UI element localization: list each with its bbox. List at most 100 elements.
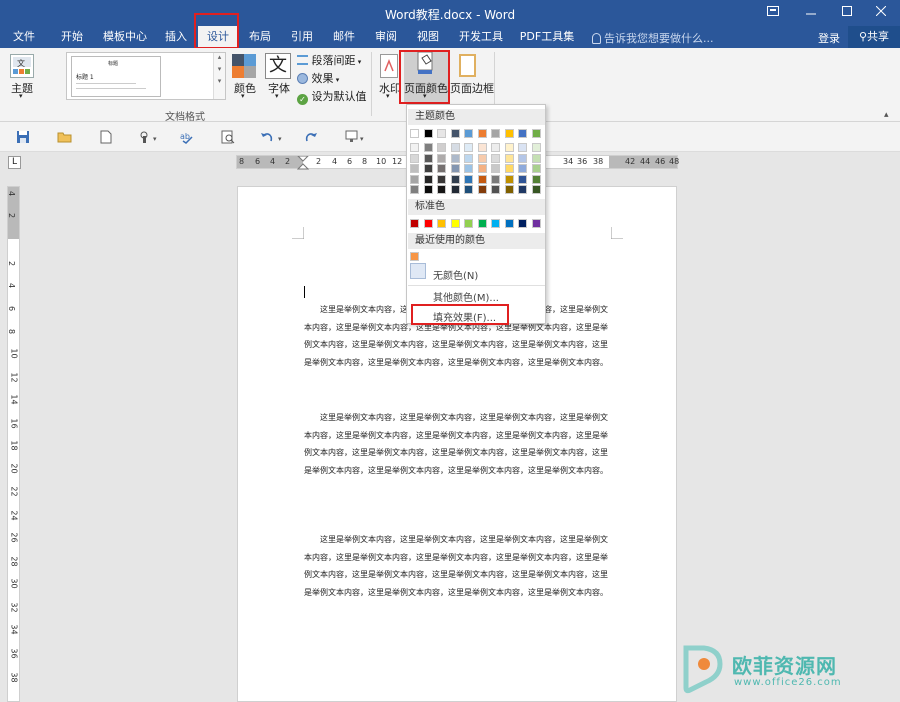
tab-references[interactable]: 引用 — [284, 26, 320, 48]
color-swatch[interactable] — [423, 219, 433, 228]
color-swatch[interactable] — [450, 164, 460, 173]
color-swatch[interactable] — [410, 174, 419, 184]
color-swatch[interactable] — [504, 174, 514, 184]
color-swatch[interactable] — [410, 219, 419, 228]
color-swatch[interactable] — [477, 143, 487, 152]
tab-pdf-tools[interactable]: PDF工具集 — [514, 26, 580, 48]
color-swatch[interactable] — [518, 143, 527, 152]
color-swatch[interactable] — [491, 129, 500, 138]
color-swatch[interactable] — [477, 164, 487, 173]
color-swatch[interactable] — [450, 143, 460, 152]
color-swatch[interactable] — [450, 219, 460, 228]
color-swatch[interactable] — [477, 129, 487, 138]
ribbon-display-icon[interactable] — [756, 0, 790, 26]
color-swatch[interactable] — [410, 129, 419, 138]
color-swatch[interactable] — [423, 164, 433, 173]
tab-insert[interactable]: 插入 — [158, 26, 194, 48]
color-swatch[interactable] — [437, 129, 446, 138]
color-swatch[interactable] — [518, 219, 527, 228]
tab-mailings[interactable]: 邮件 — [326, 26, 362, 48]
color-swatch[interactable] — [477, 219, 487, 228]
color-swatch[interactable] — [437, 185, 446, 194]
scroll-up-icon[interactable]: ▴ — [214, 53, 225, 61]
redo-icon[interactable] — [304, 130, 318, 144]
color-swatch[interactable] — [450, 129, 460, 138]
spell-icon[interactable]: ab — [180, 130, 194, 144]
effects-button[interactable]: 效果 ▾ — [297, 70, 339, 86]
color-swatch[interactable] — [410, 164, 419, 173]
color-swatch[interactable] — [437, 164, 446, 173]
color-swatch[interactable] — [423, 129, 433, 138]
undo-icon[interactable]: ▾ — [260, 130, 286, 144]
color-swatch[interactable] — [518, 185, 527, 194]
color-swatch[interactable] — [518, 164, 527, 173]
color-swatch[interactable] — [531, 174, 541, 184]
color-swatch[interactable] — [437, 174, 446, 184]
tab-developer[interactable]: 开发工具 — [454, 26, 508, 48]
tab-home[interactable]: 开始 — [52, 26, 92, 48]
color-swatch[interactable] — [531, 143, 541, 152]
set-default-button[interactable]: ✓ 设为默认值 — [297, 88, 367, 105]
color-swatch[interactable] — [504, 153, 514, 163]
color-swatch[interactable] — [504, 185, 514, 194]
color-swatch[interactable] — [410, 153, 419, 163]
color-swatch[interactable] — [410, 185, 419, 194]
close-icon[interactable] — [864, 0, 898, 26]
color-swatch[interactable] — [477, 153, 487, 163]
color-swatch[interactable] — [504, 164, 514, 173]
tab-templates[interactable]: 模板中心 — [98, 26, 152, 48]
screen-icon[interactable]: ▾ — [345, 130, 369, 144]
color-swatch[interactable] — [477, 174, 487, 184]
tab-file[interactable]: 文件 — [4, 26, 44, 48]
color-swatch[interactable] — [518, 129, 527, 138]
body-paragraph[interactable]: 这里是举例文本内容，这里是举例文本内容，这里是举例文本内容，这里是举例文本内容，… — [304, 409, 609, 479]
color-swatch[interactable] — [423, 143, 433, 152]
color-swatch[interactable] — [423, 174, 433, 184]
color-swatch[interactable] — [518, 174, 527, 184]
color-swatch[interactable] — [531, 185, 541, 194]
color-swatch[interactable] — [504, 129, 514, 138]
tab-stop-selector[interactable]: L — [8, 156, 21, 169]
color-swatch[interactable] — [491, 219, 500, 228]
vertical-ruler[interactable]: 4 2 2 4 6 8 10 12 14 16 18 20 22 24 26 2… — [7, 186, 20, 702]
color-swatch[interactable] — [531, 164, 541, 173]
tell-me-box[interactable]: 告诉我您想要做什么... — [592, 30, 714, 46]
color-swatch[interactable] — [437, 143, 446, 152]
color-swatch[interactable] — [504, 143, 514, 152]
color-swatch[interactable] — [437, 219, 446, 228]
color-swatch[interactable] — [531, 129, 541, 138]
scroll-down-icon[interactable]: ▾ — [214, 65, 225, 73]
color-swatch[interactable] — [464, 129, 473, 138]
color-swatch[interactable] — [423, 185, 433, 194]
color-swatch[interactable] — [450, 174, 460, 184]
color-swatch[interactable] — [504, 219, 514, 228]
color-swatch[interactable] — [477, 185, 487, 194]
new-icon[interactable] — [100, 130, 114, 144]
color-swatch[interactable] — [450, 153, 460, 163]
touch-icon[interactable]: ▾ — [138, 130, 162, 144]
color-swatch[interactable] — [464, 174, 473, 184]
color-swatch[interactable] — [491, 164, 500, 173]
color-swatch[interactable] — [450, 185, 460, 194]
no-color-item[interactable]: 无颜色(N) — [433, 267, 478, 282]
color-swatch[interactable] — [464, 143, 473, 152]
tab-view[interactable]: 视图 — [410, 26, 446, 48]
gallery-more-icon[interactable]: ▾ — [214, 77, 225, 85]
collapse-ribbon-icon[interactable]: ▴ — [884, 110, 889, 120]
color-swatch[interactable] — [464, 219, 473, 228]
color-swatch[interactable] — [464, 185, 473, 194]
tab-layout[interactable]: 布局 — [242, 26, 278, 48]
color-swatch[interactable] — [531, 219, 541, 228]
print-preview-icon[interactable] — [221, 130, 235, 144]
login-link[interactable]: 登录 — [818, 30, 840, 46]
style-thumbnail[interactable]: 标题 标题 1 — [71, 56, 161, 97]
color-swatch[interactable] — [437, 153, 446, 163]
minimize-icon[interactable] — [794, 0, 828, 26]
color-swatch[interactable] — [410, 143, 419, 152]
color-swatch[interactable] — [531, 153, 541, 163]
maximize-icon[interactable] — [830, 0, 864, 26]
share-button[interactable]: ⚲共享 — [848, 26, 900, 48]
color-swatch[interactable] — [423, 153, 433, 163]
tab-review[interactable]: 审阅 — [368, 26, 404, 48]
indent-marker[interactable] — [297, 156, 309, 170]
